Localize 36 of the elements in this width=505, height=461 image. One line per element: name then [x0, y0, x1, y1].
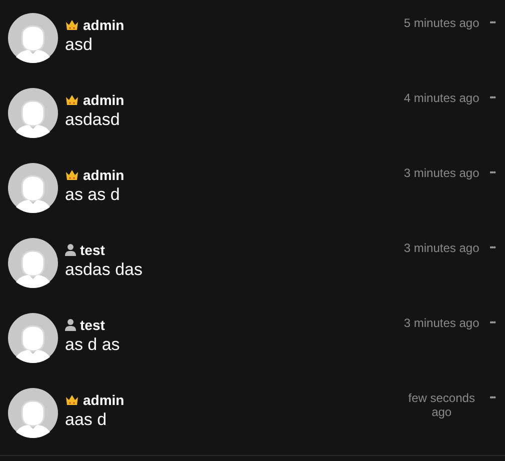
timestamp: 3 minutes ago [402, 315, 480, 330]
avatar-icon [8, 313, 58, 363]
timestamp: 4 minutes ago [402, 90, 480, 105]
comment-text: asdas das [65, 259, 144, 281]
comment-text: aas d [65, 409, 108, 431]
author-name: admin [83, 166, 124, 184]
author-name: admin [83, 91, 124, 109]
timestamp: few seconds ago [407, 390, 476, 419]
comment-text: as as d [65, 184, 121, 206]
crown-icon [65, 169, 79, 181]
more-button[interactable]: ••• [490, 238, 495, 255]
person-icon [65, 319, 76, 331]
person-icon [65, 244, 76, 256]
comment-text: asd [65, 34, 94, 56]
crown-icon [65, 94, 79, 106]
comment-text: asdasd [65, 109, 121, 131]
author-name: test [80, 316, 105, 334]
comment-text: as d as [65, 334, 121, 356]
more-button[interactable]: ••• [490, 88, 495, 105]
avatar-icon [8, 238, 58, 288]
crown-icon [65, 394, 79, 406]
avatar-icon [8, 388, 58, 438]
author-name: admin [83, 16, 124, 34]
avatar-icon [8, 88, 58, 138]
avatar-icon [8, 13, 58, 63]
timestamp: 3 minutes ago [402, 240, 480, 255]
timestamp: 5 minutes ago [402, 15, 480, 30]
more-button[interactable]: ••• [490, 388, 495, 405]
timestamp: 3 minutes ago [402, 165, 480, 180]
author-name: test [80, 241, 105, 259]
more-button[interactable]: ••• [490, 313, 495, 330]
author-name: admin [83, 391, 124, 409]
more-button[interactable]: ••• [490, 163, 495, 180]
crown-icon [65, 19, 79, 31]
more-button[interactable]: ••• [490, 13, 495, 30]
avatar-icon [8, 163, 58, 213]
